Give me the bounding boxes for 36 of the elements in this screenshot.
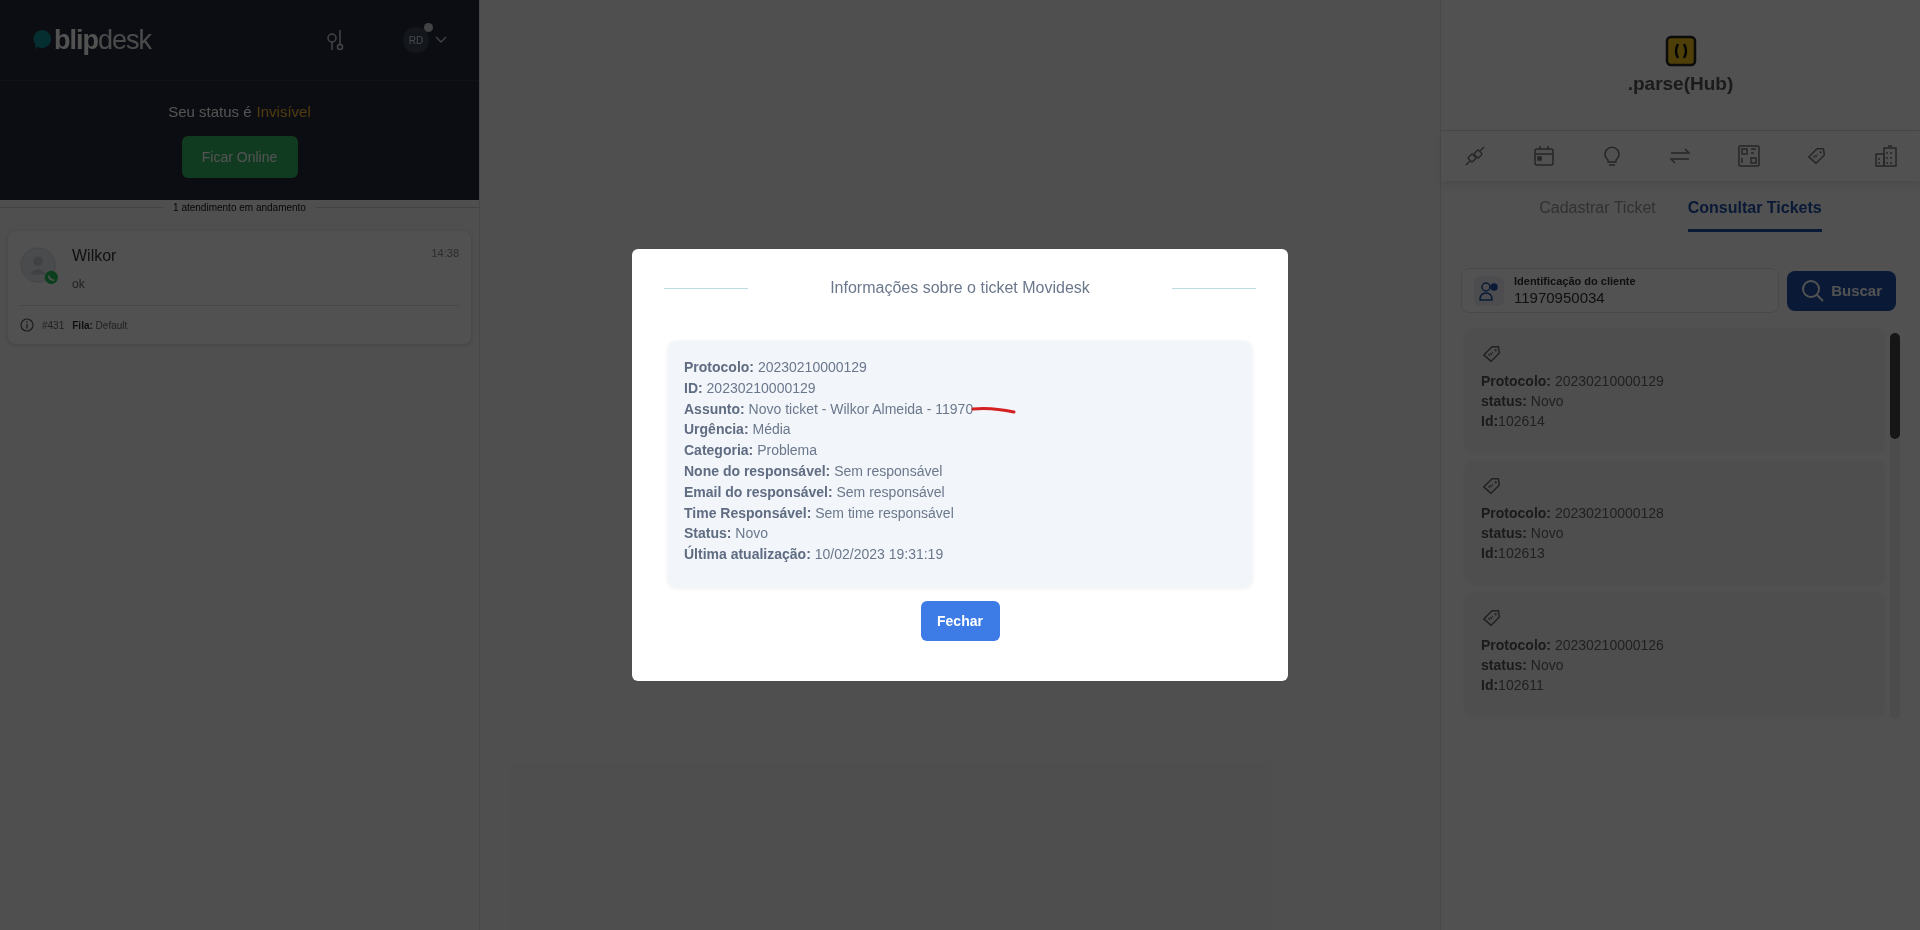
detail-line: Urgência: Média: [684, 421, 791, 438]
detail-line: Última atualização: 10/02/2023 19:31:19: [684, 546, 944, 563]
client-id-field[interactable]: Identificação do cliente 11970950034: [1461, 268, 1780, 313]
chevron-down-icon[interactable]: [435, 36, 447, 44]
tab[interactable]: Consultar Tickets: [1687, 193, 1822, 232]
calendar-icon[interactable]: [1532, 145, 1555, 167]
detail-line: Protocolo: 20230210000129: [684, 359, 867, 375]
contact-name: Wilkor: [72, 247, 117, 265]
detail-line: Time Responsável: Sem time responsável: [684, 504, 954, 521]
info-icon: [20, 318, 34, 332]
tag-icon: [1481, 343, 1503, 365]
tag-icon: [1481, 475, 1503, 497]
plug-icon[interactable]: [1464, 145, 1487, 167]
qr-code-icon[interactable]: [1737, 145, 1760, 167]
presence-dot: [424, 23, 433, 32]
search-button[interactable]: Buscar: [1787, 270, 1896, 311]
status-value: Invisível: [256, 103, 311, 120]
detail-line: None do responsável: Sem responsável: [684, 463, 943, 479]
user-icon: [1479, 280, 1499, 301]
scrollbar[interactable]: [1890, 333, 1900, 719]
building-icon[interactable]: [1874, 145, 1897, 167]
tag-icon: [1481, 607, 1503, 629]
detail-line: ID: 20230210000129: [684, 379, 816, 396]
detail-line: Categoria: Problema: [684, 442, 818, 459]
queue-count: 1 atendimento em andamento: [173, 202, 306, 213]
dialog-title: Informações sobre o ticket Movidesk: [829, 279, 1091, 297]
go-online-button[interactable]: Ficar Online: [181, 136, 298, 178]
status-label: Seu status é: [168, 103, 252, 120]
detail-line: Email do responsável: Sem responsável: [684, 483, 945, 500]
close-button[interactable]: Fechar: [920, 600, 1000, 641]
detail-line: Status: Novo: [684, 525, 769, 542]
search-icon: [1801, 278, 1826, 303]
detail-line: Assunto: Novo ticket - Wilkor Almeida - 11970: [684, 400, 974, 417]
avatar-icon: [20, 247, 58, 285]
plugin-logo-icon: [1664, 35, 1697, 67]
logo-icon: [32, 29, 52, 51]
